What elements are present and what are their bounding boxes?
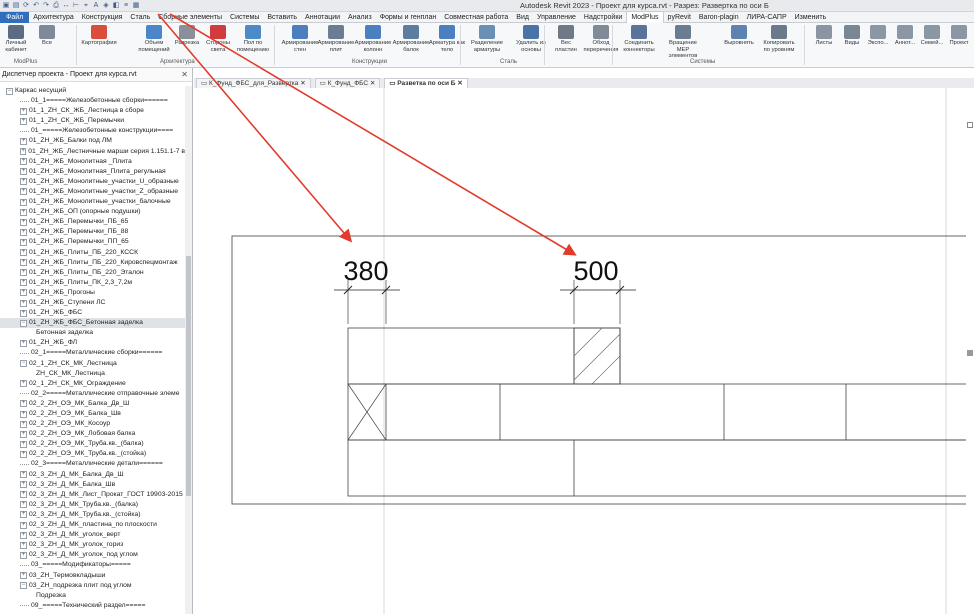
- right-toolbar: [966, 88, 974, 614]
- red-arrow-to-500: [169, 13, 577, 256]
- nav-wheel-icon[interactable]: [967, 350, 973, 356]
- red-arrow-to-380: [157, 13, 353, 243]
- view-cube-icon[interactable]: [967, 122, 973, 128]
- annotation-arrows: [157, 13, 577, 256]
